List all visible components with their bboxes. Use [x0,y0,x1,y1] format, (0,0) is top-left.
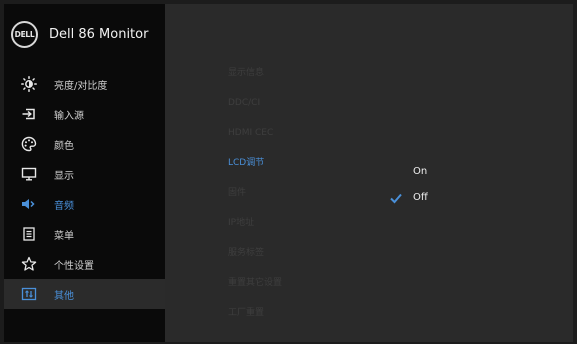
menu-item-personalize[interactable]: 个性设置 [4,249,165,279]
menu-icon [20,225,38,243]
menu-label: 显示 [54,170,74,182]
submenu-item-ip-address[interactable]: IP地址 [228,216,282,246]
osd-sidebar: DELL Dell 86 Monitor 亮度/对比度 输入源 颜色 显示 音频… [4,4,165,342]
submenu-item-display-info[interactable]: 显示信息 [228,66,282,96]
submenu-item-reset-other[interactable]: 重置其它设置 [228,276,282,306]
menu-item-display[interactable]: 显示 [4,159,165,189]
menu-item-input-source[interactable]: 输入源 [4,99,165,129]
submenu-item-lcd-conditioning[interactable]: LCD调节 [228,156,282,186]
monitor-osd: DELL Dell 86 Monitor 亮度/对比度 输入源 颜色 显示 音频… [0,0,577,344]
menu-label: 输入源 [54,110,84,122]
speaker-icon [20,195,38,213]
option-on[interactable]: On [413,166,427,177]
other-icon [20,285,38,303]
menu-item-brightness-contrast[interactable]: 亮度/对比度 [4,69,165,99]
main-menu: 亮度/对比度 输入源 颜色 显示 音频 菜单 个性设置 其他 [4,69,165,309]
submenu-item-firmware[interactable]: 固件 [228,186,282,216]
menu-label: 颜色 [54,140,74,152]
menu-label: 亮度/对比度 [54,80,108,92]
dell-logo: DELL [11,21,38,48]
menu-label: 个性设置 [54,260,94,272]
option-off[interactable]: Off [413,192,428,203]
star-icon [20,255,38,273]
menu-item-color[interactable]: 颜色 [4,129,165,159]
submenu-item-factory-reset[interactable]: 工厂重置 [228,306,282,336]
brand-header: DELL Dell 86 Monitor [11,21,148,48]
display-icon [20,165,38,183]
menu-label: 音频 [54,200,74,212]
menu-item-other[interactable]: 其他 [4,279,165,309]
palette-icon [20,135,38,153]
menu-label: 菜单 [54,230,74,242]
submenu-item-hdmi-cec[interactable]: HDMI CEC [228,126,282,156]
osd-content-panel: 显示信息 DDC/CI HDMI CEC LCD调节 固件 IP地址 服务标签 … [165,4,573,342]
menu-item-menu[interactable]: 菜单 [4,219,165,249]
brightness-icon [20,75,38,93]
checkmark-icon [390,193,402,204]
input-source-icon [20,105,38,123]
monitor-model-title: Dell 86 Monitor [49,27,149,42]
submenu-list: 显示信息 DDC/CI HDMI CEC LCD调节 固件 IP地址 服务标签 … [228,66,282,336]
menu-item-audio[interactable]: 音频 [4,189,165,219]
menu-label: 其他 [54,290,74,302]
submenu-item-service-tag[interactable]: 服务标签 [228,246,282,276]
submenu-item-ddc-ci[interactable]: DDC/CI [228,96,282,126]
